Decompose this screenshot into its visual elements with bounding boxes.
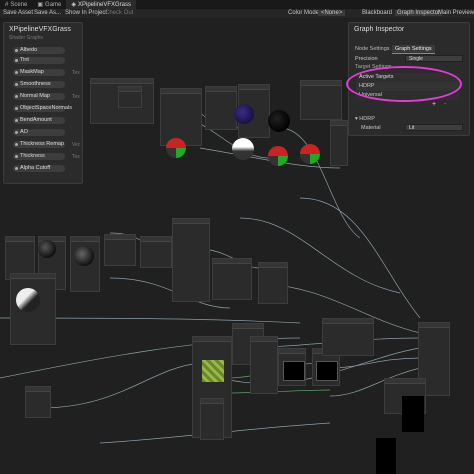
property-smoothness[interactable]: Smoothness (13, 81, 65, 88)
preview-sphere-icon (38, 240, 56, 258)
property-dot-icon (15, 95, 18, 98)
precision-label: Precision (355, 56, 378, 62)
property-albedo[interactable]: Albedo (13, 47, 65, 54)
save-as-button[interactable]: Save As... (34, 10, 61, 16)
preview-texture-icon (202, 360, 224, 382)
property-maskmap[interactable]: MaskMap (13, 69, 65, 76)
blackboard-title: XPipelineVFXGrass (9, 26, 71, 33)
property-dot-icon (15, 143, 18, 146)
material-label: Material (361, 125, 381, 131)
graph-inspector-title: Graph Inspector (354, 26, 405, 33)
window-tab-bar: # Scene ▣ Game ◈ XPipelineVFXGrass (0, 0, 474, 9)
preview-sphere-icon (234, 104, 254, 124)
remove-target-button[interactable]: - (444, 101, 446, 108)
game-icon: ▣ (37, 2, 44, 8)
main-preview-toggle[interactable]: Main Preview (438, 10, 474, 16)
blackboard-toggle[interactable]: Blackboard (362, 10, 392, 16)
tab-shader-graph[interactable]: ◈ XPipelineVFXGrass (66, 0, 137, 9)
preview-sphere-icon (268, 146, 288, 166)
preview-sphere-icon (300, 144, 320, 164)
preview-sphere-icon (74, 246, 94, 266)
color-mode-dropdown[interactable]: <None> (318, 10, 346, 16)
graph-node[interactable] (330, 120, 348, 166)
show-in-project-button[interactable]: Show In Project (65, 10, 107, 16)
tab-game[interactable]: ▣ Game (32, 0, 66, 9)
graph-inspector-toggle[interactable]: Graph Inspector (395, 10, 443, 16)
color-mode-label: Color Mode (288, 10, 320, 16)
property-dot-icon (15, 83, 18, 86)
property-dot-icon (15, 119, 18, 122)
preview-black-icon (376, 438, 396, 474)
save-asset-button[interactable]: Save Asset (3, 10, 33, 16)
property-dot-icon (15, 59, 18, 62)
property-dot-icon (15, 167, 18, 170)
property-bend-amount[interactable]: BendAmount (13, 117, 65, 124)
preview-sphere-icon (166, 138, 186, 158)
property-tint[interactable]: Tint (13, 57, 65, 64)
preview-black-icon (402, 396, 424, 432)
property-normal-map[interactable]: Normal Map (13, 93, 65, 100)
graph-node[interactable] (250, 336, 278, 394)
add-target-button[interactable]: + (432, 101, 436, 108)
material-dropdown[interactable]: Lit (405, 124, 463, 131)
precision-dropdown[interactable]: Single (405, 55, 463, 62)
graph-node[interactable] (205, 86, 237, 130)
property-thickness-remap[interactable]: Thickness Remap (13, 141, 65, 148)
graph-node[interactable] (25, 386, 51, 418)
property-alpha-cutoff[interactable]: Alpha Cutoff (13, 165, 65, 172)
graph-node[interactable] (140, 236, 172, 268)
property-type-label: Tex (72, 70, 80, 76)
scene-icon: # (5, 1, 9, 8)
property-thickness[interactable]: Thickness (13, 153, 65, 160)
property-dot-icon (15, 107, 18, 110)
tab-graph-settings[interactable]: Graph Settings (392, 45, 435, 54)
graph-node[interactable] (118, 86, 142, 108)
property-dot-icon (15, 131, 18, 134)
property-dot-icon (15, 49, 18, 52)
check-out-button[interactable]: Check Out (105, 10, 133, 16)
property-ao[interactable]: AO (13, 129, 65, 136)
graph-node[interactable] (104, 234, 136, 266)
preview-pattern-icon (316, 361, 338, 381)
preview-sphere-icon (268, 110, 290, 132)
graph-node[interactable] (258, 262, 288, 304)
highlight-circle-annotation (346, 66, 462, 102)
graph-node[interactable] (160, 88, 202, 146)
property-dot-icon (15, 71, 18, 74)
preview-sphere-icon (16, 288, 40, 312)
graph-node[interactable] (172, 218, 210, 302)
blackboard-panel: XPipelineVFXGrass Shader Graphs Albedo T… (3, 22, 83, 184)
hdrp-section-foldout[interactable]: ▾ HDRP (355, 116, 375, 122)
property-object-space-normals[interactable]: ObjectSpaceNormals (13, 105, 72, 112)
property-type-label: Tex (72, 154, 80, 160)
preview-pattern-icon (283, 361, 305, 381)
tab-node-settings[interactable]: Node Settings (352, 45, 393, 53)
shader-graph-icon: ◈ (71, 2, 76, 8)
graph-node[interactable] (322, 318, 374, 356)
preview-sphere-icon (232, 138, 254, 160)
tab-scene[interactable]: # Scene (0, 0, 32, 9)
graph-node[interactable] (212, 258, 252, 300)
graph-node[interactable] (300, 80, 342, 120)
property-dot-icon (15, 155, 18, 158)
property-type-label: Vec (72, 142, 81, 148)
graph-node[interactable] (200, 398, 224, 440)
blackboard-subtitle: Shader Graphs (9, 35, 43, 41)
property-type-label: Tex (72, 94, 80, 100)
